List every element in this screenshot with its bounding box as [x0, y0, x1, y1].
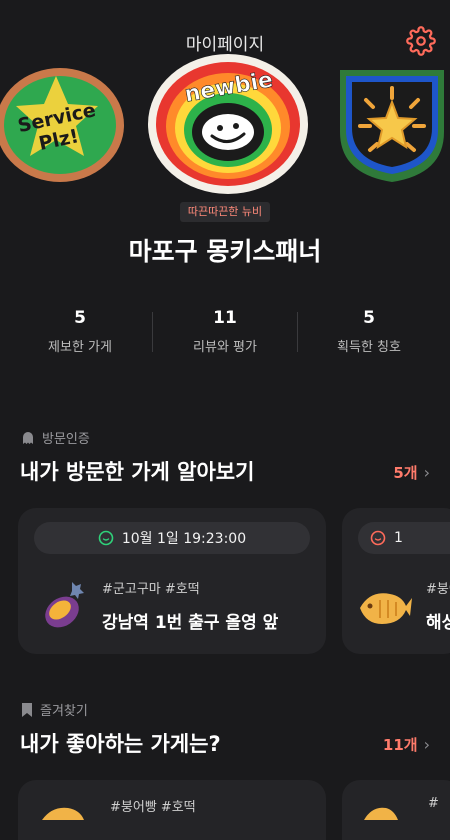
visited-count-link[interactable]: 5개 › [393, 462, 430, 483]
fish-bread-icon [360, 804, 400, 820]
stats-row: 5 제보한 가게 11 리뷰와 평가 5 획득한 칭호 [0, 308, 450, 358]
visit-date-pill: 1 [358, 522, 450, 554]
title-badge-carousel[interactable]: Service Plz! newbie [0, 54, 450, 208]
visit-date: 1 [394, 530, 403, 546]
favorite-store-card[interactable]: #붕어빵 #호떡 [18, 780, 326, 840]
store-name: 해성 [426, 613, 450, 633]
nickname-title-chip: 따끈따끈한 뉴비 [180, 202, 270, 222]
bookmark-icon [22, 702, 32, 717]
fish-bread-icon [356, 582, 414, 632]
store-tags: #붕어빵 #호떡 [110, 800, 196, 815]
clock-icon [98, 530, 114, 546]
settings-button[interactable] [406, 26, 436, 56]
stat-label: 리뷰와 평가 [193, 340, 257, 355]
store-tags: #붕어 [426, 582, 450, 597]
visited-count: 5개 [393, 464, 418, 482]
favorites-section-title: 내가 좋아하는 가게는? [20, 732, 221, 756]
chevron-right-icon: › [423, 735, 430, 754]
sweet-potato-icon [36, 576, 92, 636]
clock-icon [370, 530, 386, 546]
badge-service-plz[interactable]: Service Plz! [0, 66, 126, 188]
section-label-text: 방문인증 [42, 432, 90, 447]
badge-service-plz-icon: Service Plz! [0, 68, 124, 182]
ghost-icon [23, 431, 33, 444]
star-shield-icon [340, 70, 444, 182]
store-name: 강남역 1번 출구 올영 앞 [102, 613, 279, 633]
gear-icon [406, 26, 436, 56]
visited-section-title: 내가 방문한 가게 알아보기 [20, 460, 255, 484]
badge-newbie[interactable]: newbie [146, 52, 310, 200]
favorites-count-link[interactable]: 11개 › [383, 734, 430, 755]
stat-value: 11 [213, 308, 237, 328]
fish-bread-icon [38, 804, 88, 820]
favorites-count: 11개 [382, 736, 418, 754]
username: 마포구 몽키스패너 [128, 237, 322, 266]
visited-store-card[interactable]: 10월 1일 19:23:00 #군고구마 #호떡 강남역 1번 출구 올영 앞 [18, 508, 326, 654]
stat-reviews[interactable]: 11 리뷰와 평가 [150, 308, 300, 355]
store-tags: # [428, 796, 439, 811]
stat-titles[interactable]: 5 획득한 칭호 [294, 308, 444, 355]
stat-label: 획득한 칭호 [337, 340, 401, 355]
visit-date: 10월 1일 19:23:00 [121, 531, 247, 547]
favorites-section-label: 즐겨찾기 [20, 700, 88, 719]
visited-section-label: 방문인증 [20, 428, 90, 447]
visit-date-pill: 10월 1일 19:23:00 [34, 522, 310, 554]
visited-store-card[interactable]: 1 #붕어 해성 [342, 508, 450, 654]
favorite-store-card[interactable]: # [342, 780, 450, 840]
store-tags: #군고구마 #호떡 [102, 582, 200, 597]
badge-star-shield[interactable] [332, 66, 450, 188]
badge-newbie-icon: newbie [148, 54, 308, 194]
stat-label: 제보한 가게 [48, 340, 112, 355]
section-label-text: 즐겨찾기 [40, 704, 88, 719]
stat-reported-stores[interactable]: 5 제보한 가게 [5, 308, 155, 355]
stat-value: 5 [74, 308, 86, 328]
chevron-right-icon: › [423, 463, 430, 482]
stat-value: 5 [363, 308, 375, 328]
